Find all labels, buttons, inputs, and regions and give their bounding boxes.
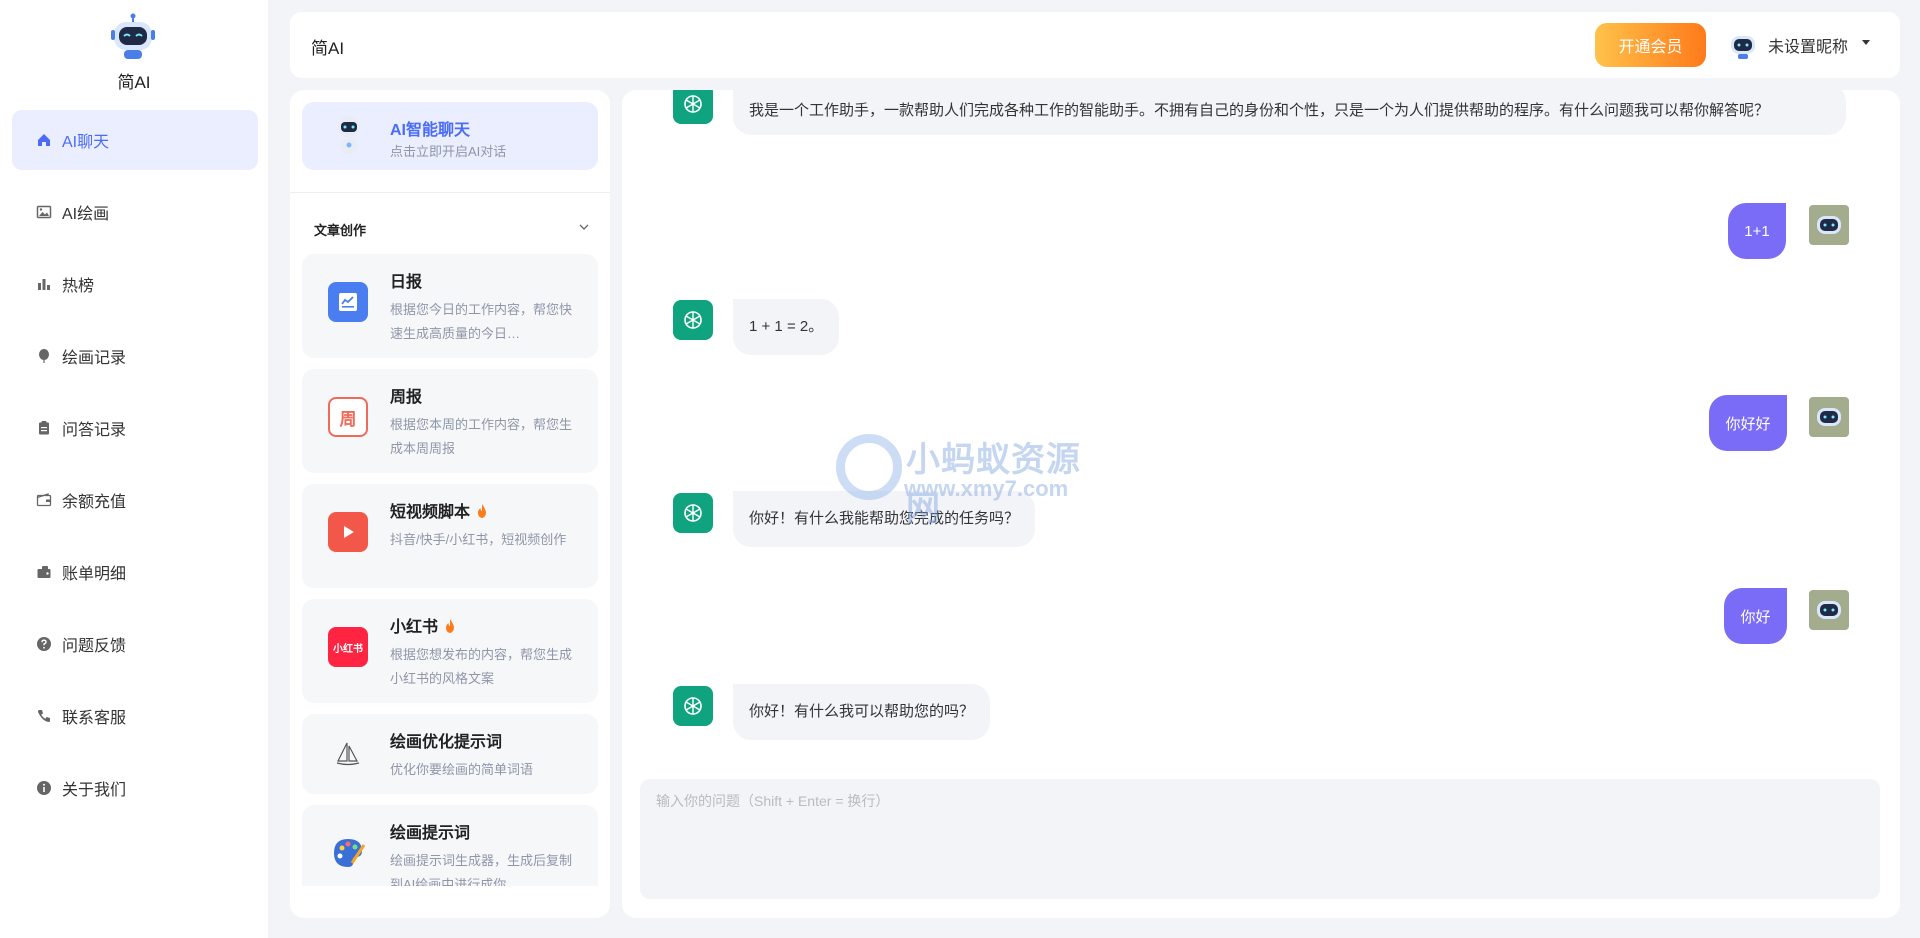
card-desc: 绘画提示词生成器，生成后复制到AI绘画中进行成你 <box>390 853 573 886</box>
sidebar-item-ai-drawing[interactable]: AI绘画 <box>12 182 258 242</box>
sidebar-item-about[interactable]: 关于我们 <box>12 758 258 818</box>
bot-avatar <box>673 300 713 340</box>
sidebar-item-label: 问题反馈 <box>62 638 127 655</box>
xiaohongshu-icon: 小红书 <box>328 627 368 667</box>
card-title: 短视频脚本 <box>390 504 471 521</box>
robot-logo-icon <box>110 12 156 60</box>
card-title: 绘画提示词 <box>390 825 471 842</box>
ai-chat-card[interactable]: AI智能聊天 点击立即开启AI对话 <box>302 102 598 170</box>
sidebar-item-label: 问答记录 <box>62 422 127 439</box>
card-title: 周报 <box>390 389 423 406</box>
open-membership-button[interactable]: 开通会员 <box>1595 23 1706 67</box>
card-title: 绘画优化提示词 <box>390 734 503 751</box>
ai-card-subtitle: 点击立即开启AI对话 <box>390 144 507 159</box>
sidebar-item-label: 余额充值 <box>62 494 127 511</box>
template-list: 日报 根据您今日的工作内容，帮您快速生成高质量的今日… 周 周报 根据您本周的工… <box>302 254 598 886</box>
template-card-daily-report[interactable]: 日报 根据您今日的工作内容，帮您快速生成高质量的今日… <box>302 254 598 358</box>
openai-icon <box>684 697 702 715</box>
image-icon <box>36 204 52 220</box>
card-title-row: 小红书 <box>390 613 456 639</box>
xiaohongshu-icon-text: 小红书 <box>333 643 363 655</box>
weekly-icon-text: 周 <box>339 409 357 429</box>
template-card-drawing-prompt[interactable]: 绘画提示词 绘画提示词生成器，生成后复制到AI绘画中进行成你 <box>302 805 598 886</box>
template-card-weekly-report[interactable]: 周 周报 根据您本周的工作内容，帮您生成本周周报 <box>302 369 598 473</box>
openai-icon <box>684 95 702 113</box>
chat-input[interactable] <box>640 779 1880 899</box>
question-icon <box>36 636 52 652</box>
sidebar-item-drawing-records[interactable]: 绘画记录 <box>12 326 258 386</box>
sidebar-item-label: 热榜 <box>62 278 95 295</box>
page-title: 简AI <box>311 39 345 58</box>
bot-avatar <box>673 686 713 726</box>
sidebar-item-label: AI绘画 <box>62 206 110 223</box>
chevron-down-icon[interactable] <box>578 220 590 232</box>
weekly-report-icon: 周 <box>328 397 368 437</box>
sidebar-item-ai-chat[interactable]: AI聊天 <box>12 110 258 170</box>
card-icon <box>36 564 52 580</box>
robot-avatar-icon <box>330 114 368 156</box>
user-message: 你好 <box>1724 588 1787 644</box>
sidebar-item-contact[interactable]: 联系客服 <box>12 686 258 746</box>
card-title-row: 短视频脚本 <box>390 498 488 524</box>
daily-report-icon <box>328 282 368 322</box>
card-desc: 根据您想发布的内容，帮您生成小红书的风格文案 <box>390 647 573 686</box>
sidebar-item-label: 绘画记录 <box>62 350 127 367</box>
clipboard-icon <box>36 420 52 436</box>
bot-avatar <box>673 90 713 124</box>
sidebar-nav: AI聊天 AI绘画 热榜 绘画记录 问答记录 余额充值 账单明细 问题反馈 联系… <box>12 110 258 830</box>
fire-icon <box>476 503 488 524</box>
sidebar-item-label: 关于我们 <box>62 782 127 799</box>
sidebar-item-feedback[interactable]: 问题反馈 <box>12 614 258 674</box>
sidebar-item-qa-records[interactable]: 问答记录 <box>12 398 258 458</box>
template-card-drawing-optimize[interactable]: 绘画优化提示词 优化你要绘画的简单词语 <box>302 714 598 794</box>
sidebar-item-label: AI聊天 <box>62 134 110 151</box>
sidebar-item-recharge[interactable]: 余额充值 <box>12 470 258 530</box>
sidebar-item-bills[interactable]: 账单明细 <box>12 542 258 602</box>
openai-icon <box>684 504 702 522</box>
user-avatar[interactable] <box>1728 30 1758 60</box>
card-desc: 优化你要绘画的简单词语 <box>390 762 534 777</box>
chat-panel: 我是一个工作助手，一款帮助人们完成各种工作的智能助手。不拥有自己的身份和个性，只… <box>622 90 1900 918</box>
user-message: 你好好 <box>1709 395 1787 451</box>
sidebar: 简AI AI聊天 AI绘画 热榜 绘画记录 问答记录 余额充值 账单明细 问题反… <box>0 0 268 938</box>
divider <box>290 192 610 193</box>
bot-message: 你好！有什么我能帮助您完成的任务吗？ <box>733 491 1036 547</box>
wallet-icon <box>36 492 52 508</box>
home-icon <box>36 132 52 148</box>
video-icon <box>328 512 368 552</box>
openai-icon <box>684 311 702 329</box>
sidebar-item-hot-list[interactable]: 热榜 <box>12 254 258 314</box>
top-header: 简AI 开通会员 未设置昵称 <box>290 12 1900 78</box>
sidebar-item-label: 联系客服 <box>62 710 127 727</box>
sailboat-icon <box>328 734 368 774</box>
template-card-short-video[interactable]: 短视频脚本 抖音/快手/小红书，短视频创作 <box>302 484 598 588</box>
fire-icon <box>444 618 456 639</box>
bot-message: 我是一个工作助手，一款帮助人们完成各种工作的智能助手。不拥有自己的身份和个性，只… <box>733 90 1846 135</box>
app-name: 简AI <box>117 73 151 92</box>
bot-message: 1 + 1 = 2。 <box>733 299 840 355</box>
card-desc: 抖音/快手/小红书，短视频创作 <box>390 532 567 547</box>
palette-icon <box>328 833 368 873</box>
bot-avatar <box>673 493 713 533</box>
ai-card-title: AI智能聊天 <box>390 122 471 139</box>
section-title: 文章创作 <box>314 223 367 238</box>
card-title: 日报 <box>390 274 423 291</box>
phone-icon <box>36 708 52 724</box>
bar-chart-icon <box>36 276 52 292</box>
assistant-panel: AI智能聊天 点击立即开启AI对话 文章创作 日报 根据您今日的工作内容，帮您快… <box>290 90 610 918</box>
user-avatar <box>1809 397 1849 437</box>
info-icon <box>36 780 52 796</box>
sidebar-item-label: 账单明细 <box>62 566 127 583</box>
bot-message: 你好！有什么我可以帮助您的吗？ <box>733 684 991 740</box>
template-card-xiaohongshu[interactable]: 小红书 小红书 根据您想发布的内容，帮您生成小红书的风格文案 <box>302 599 598 703</box>
card-desc: 根据您本周的工作内容，帮您生成本周周报 <box>390 417 573 456</box>
user-avatar <box>1809 205 1849 245</box>
card-desc: 根据您今日的工作内容，帮您快速生成高质量的今日… <box>390 302 573 341</box>
user-message: 1+1 <box>1728 203 1786 259</box>
user-name[interactable]: 未设置昵称 <box>1768 33 1848 57</box>
caret-down-icon[interactable] <box>1862 40 1870 45</box>
balloon-icon <box>36 348 52 364</box>
user-avatar <box>1809 590 1849 630</box>
card-title: 小红书 <box>390 619 439 636</box>
